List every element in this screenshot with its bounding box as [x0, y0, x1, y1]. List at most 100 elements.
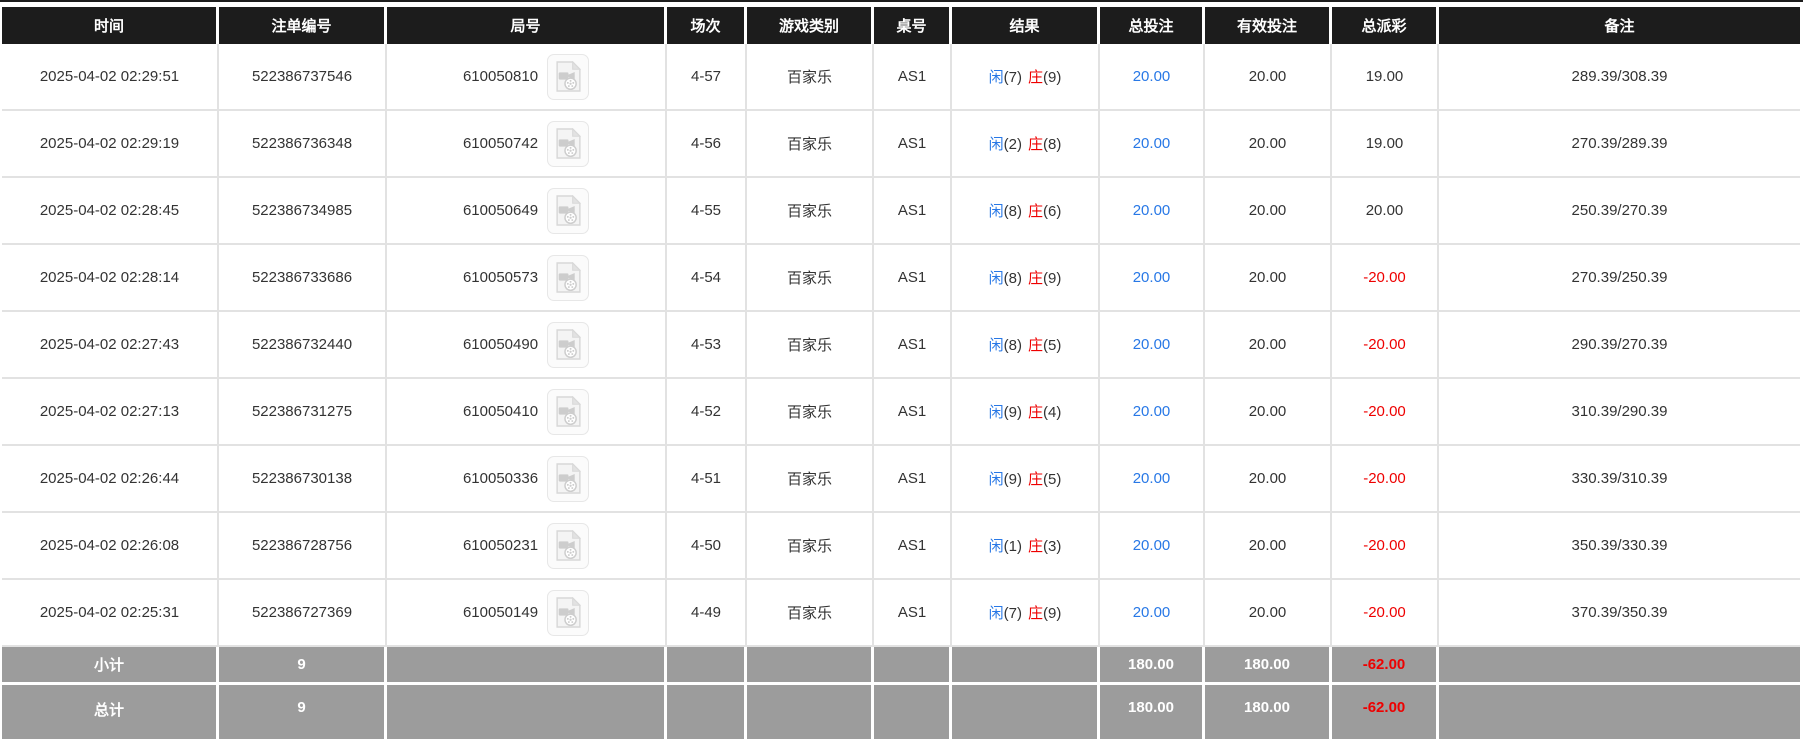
table-row: 2025-04-02 02:27:43 522386732440 6100504… — [2, 312, 1800, 379]
table-row: 2025-04-02 02:26:44 522386730138 6100503… — [2, 446, 1800, 513]
cell-time: 2025-04-02 02:26:44 — [2, 446, 219, 513]
video-replay-button[interactable] — [547, 254, 590, 301]
cell-total-payout: -20.00 — [1332, 446, 1439, 513]
cell-bet-id: 522386732440 — [219, 312, 387, 379]
cell-remark: 289.39/308.39 — [1439, 44, 1800, 111]
cell-game-type: 百家乐 — [747, 580, 874, 647]
table-row: 2025-04-02 02:29:51 522386737546 6100508… — [2, 44, 1800, 111]
result-banker-score: (5) — [1043, 337, 1062, 354]
cell-total-bet: 20.00 — [1100, 513, 1205, 580]
subtotal-valid-bet: 180.00 — [1205, 647, 1332, 685]
cell-time: 2025-04-02 02:28:45 — [2, 178, 219, 245]
grand-total-valid-bet: 180.00 — [1205, 685, 1332, 739]
subtotal-label: 小计 — [2, 647, 219, 685]
cell-valid-bet: 20.00 — [1205, 178, 1332, 245]
cell-time: 2025-04-02 02:27:43 — [2, 312, 219, 379]
cell-table-no: AS1 — [874, 111, 952, 178]
result-banker-label: 庄 — [1028, 69, 1044, 86]
video-file-icon — [555, 262, 581, 293]
video-replay-button[interactable] — [547, 321, 590, 368]
cell-round-id: 610050231 — [387, 513, 667, 580]
video-replay-button[interactable] — [547, 120, 590, 167]
total-bet-link[interactable]: 20.00 — [1133, 470, 1171, 487]
grand-total-empty-remark — [1439, 685, 1800, 739]
cell-table-no: AS1 — [874, 379, 952, 446]
cell-table-no: AS1 — [874, 312, 952, 379]
cell-total-bet: 20.00 — [1100, 580, 1205, 647]
result-player-score: (7) — [1003, 605, 1022, 622]
cell-table-no: AS1 — [874, 245, 952, 312]
total-bet-link[interactable]: 20.00 — [1133, 202, 1171, 219]
cell-result: 闲(7) 庄(9) — [952, 580, 1100, 647]
total-bet-link[interactable]: 20.00 — [1133, 537, 1171, 554]
video-replay-button[interactable] — [547, 53, 590, 100]
cell-bet-id: 522386727369 — [219, 580, 387, 647]
cell-bet-id: 522386728756 — [219, 513, 387, 580]
cell-valid-bet: 20.00 — [1205, 245, 1332, 312]
total-bet-link[interactable]: 20.00 — [1133, 604, 1171, 621]
cell-session: 4-57 — [667, 44, 747, 111]
cell-time: 2025-04-02 02:25:31 — [2, 580, 219, 647]
total-bet-link[interactable]: 20.00 — [1133, 135, 1171, 152]
result-banker-label: 庄 — [1028, 538, 1044, 555]
video-file-icon — [555, 329, 581, 360]
subtotal-empty-result — [952, 647, 1100, 685]
subtotal-empty-game — [747, 647, 874, 685]
cell-total-payout: 19.00 — [1332, 111, 1439, 178]
cell-time: 2025-04-02 02:27:13 — [2, 379, 219, 446]
cell-result: 闲(2) 庄(8) — [952, 111, 1100, 178]
grand-total-empty-result — [952, 685, 1100, 739]
cell-total-payout: 19.00 — [1332, 44, 1439, 111]
cell-table-no: AS1 — [874, 446, 952, 513]
total-bet-link[interactable]: 20.00 — [1133, 269, 1171, 286]
cell-session: 4-56 — [667, 111, 747, 178]
grand-total-total-bet: 180.00 — [1100, 685, 1205, 739]
cell-session: 4-51 — [667, 446, 747, 513]
cell-round-id: 610050649 — [387, 178, 667, 245]
table-row: 2025-04-02 02:25:31 522386727369 6100501… — [2, 580, 1800, 647]
cell-time: 2025-04-02 02:29:51 — [2, 44, 219, 111]
cell-remark: 350.39/330.39 — [1439, 513, 1800, 580]
round-id-text: 610050810 — [462, 68, 539, 85]
cell-total-payout: -20.00 — [1332, 580, 1439, 647]
result-player-score: (7) — [1003, 69, 1022, 86]
cell-session: 4-52 — [667, 379, 747, 446]
cell-round-id: 610050810 — [387, 44, 667, 111]
total-bet-link[interactable]: 20.00 — [1133, 403, 1171, 420]
result-player-label: 闲 — [988, 136, 1004, 153]
cell-round-id: 610050573 — [387, 245, 667, 312]
table-row: 2025-04-02 02:26:08 522386728756 6100502… — [2, 513, 1800, 580]
result-player-label: 闲 — [988, 538, 1004, 555]
video-file-icon — [555, 61, 581, 92]
result-banker-score: (9) — [1043, 605, 1062, 622]
bet-history-page: 时间 注单编号 局号 场次 游戏类别 桌号 结果 总投注 有效投注 总派彩 备注… — [0, 0, 1803, 739]
video-replay-button[interactable] — [547, 589, 590, 636]
video-replay-button[interactable] — [547, 187, 590, 234]
cell-game-type: 百家乐 — [747, 446, 874, 513]
video-replay-button[interactable] — [547, 522, 590, 569]
cell-session: 4-55 — [667, 178, 747, 245]
cell-remark: 270.39/289.39 — [1439, 111, 1800, 178]
cell-valid-bet: 20.00 — [1205, 44, 1332, 111]
subtotal-row: 小计 9 180.00 180.00 -62.00 — [2, 647, 1800, 685]
round-id-text: 610050742 — [462, 135, 539, 152]
video-replay-button[interactable] — [547, 455, 590, 502]
total-bet-link[interactable]: 20.00 — [1133, 68, 1171, 85]
result-player-score: (8) — [1003, 270, 1022, 287]
round-id-text: 610050649 — [462, 202, 539, 219]
result-banker-score: (5) — [1043, 471, 1062, 488]
cell-round-id: 610050336 — [387, 446, 667, 513]
cell-table-no: AS1 — [874, 513, 952, 580]
cell-game-type: 百家乐 — [747, 111, 874, 178]
result-banker-label: 庄 — [1028, 337, 1044, 354]
subtotal-empty-table — [874, 647, 952, 685]
cell-round-id: 610050410 — [387, 379, 667, 446]
result-banker-score: (6) — [1043, 203, 1062, 220]
cell-valid-bet: 20.00 — [1205, 580, 1332, 647]
total-bet-link[interactable]: 20.00 — [1133, 336, 1171, 353]
col-game-type: 游戏类别 — [747, 7, 874, 44]
video-replay-button[interactable] — [547, 388, 590, 435]
grand-total-empty-round — [387, 685, 667, 739]
result-banker-score: (4) — [1043, 404, 1062, 421]
cell-total-payout: -20.00 — [1332, 245, 1439, 312]
